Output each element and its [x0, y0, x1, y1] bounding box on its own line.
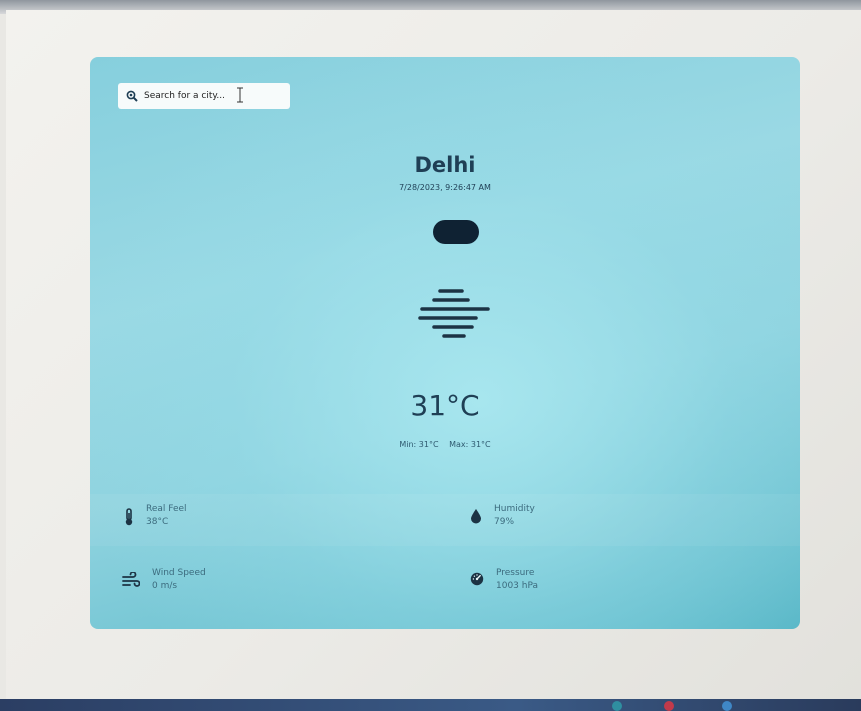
max-temperature: Max: 31°C: [449, 440, 491, 449]
taskbar-app-icon[interactable]: [612, 701, 622, 711]
real-feel-value: 38°C: [146, 517, 169, 527]
real-feel-label: Real Feel: [146, 504, 187, 514]
wind-speed-value: 0 m/s: [152, 581, 178, 591]
thermometer-icon: [125, 508, 133, 526]
condition-pill: [433, 220, 479, 244]
haze-icon: [418, 289, 490, 338]
wind-speed-label: Wind Speed: [152, 568, 206, 578]
weather-card: Delhi 7/28/2023, 9:26:47 AM 31°C Min: 31…: [90, 57, 800, 629]
temperature: 31°C: [410, 389, 480, 422]
pressure-label: Pressure: [496, 568, 535, 578]
gauge-icon: [470, 572, 484, 586]
wind-speed-detail: Wind Speed 0 m/s: [122, 568, 206, 591]
real-feel-detail: Real Feel 38°C: [124, 504, 187, 527]
search-input[interactable]: [144, 91, 244, 101]
city-name: Delhi: [414, 153, 476, 177]
taskbar-app-icon[interactable]: [722, 701, 732, 711]
min-temperature: Min: 31°C: [399, 440, 439, 449]
pressure-value: 1003 hPa: [496, 581, 539, 591]
date-time: 7/28/2023, 9:26:47 AM: [399, 183, 491, 192]
wind-icon: [122, 572, 140, 587]
search-box[interactable]: [118, 83, 290, 109]
pressure-detail: Pressure 1003 hPa: [470, 568, 538, 591]
text-cursor-icon: [237, 87, 243, 103]
droplet-icon: [471, 509, 481, 524]
search-icon: [126, 90, 138, 102]
humidity-value: 79%: [494, 517, 515, 527]
humidity-label: Humidity: [494, 504, 535, 514]
humidity-detail: Humidity 79%: [470, 504, 535, 527]
taskbar-app-icon[interactable]: [664, 701, 674, 711]
min-max-temperature: Min: 31°C Max: 31°C: [90, 440, 800, 449]
details-band: [90, 494, 800, 546]
